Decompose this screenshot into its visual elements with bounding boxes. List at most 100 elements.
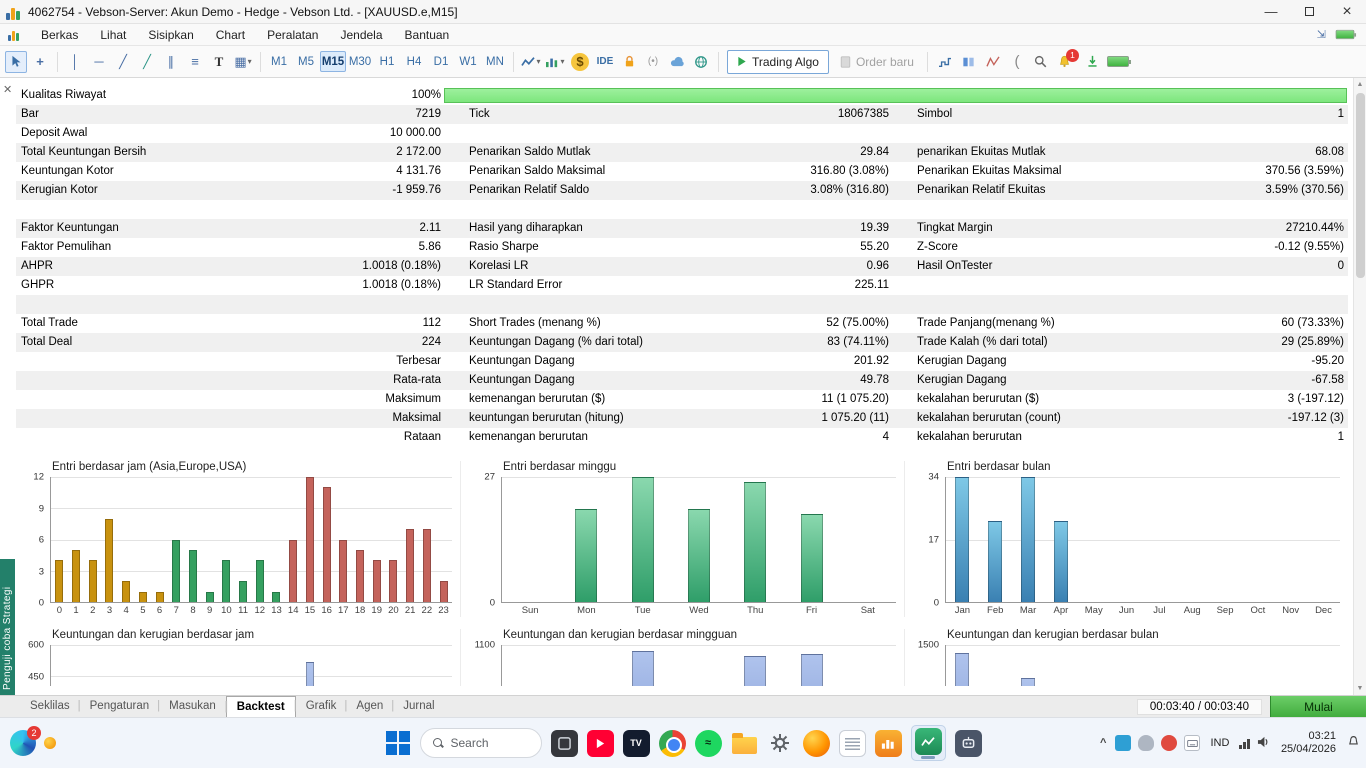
text-tool-icon[interactable]: T: [208, 51, 230, 73]
active-app-highlight[interactable]: [911, 725, 946, 761]
tab-seklilas[interactable]: Seklilas: [20, 696, 80, 718]
community-globe-icon[interactable]: [690, 51, 712, 73]
strategy-tester-app-icon[interactable]: [915, 728, 942, 755]
trading-algo-button[interactable]: Trading Algo: [727, 50, 829, 74]
bar-slot: [1143, 477, 1176, 602]
tick-chart-icon[interactable]: [934, 51, 956, 73]
stats-cell: Maksimal: [16, 409, 443, 428]
lock-icon[interactable]: [618, 51, 640, 73]
shapes-tool-icon[interactable]: ▦▾: [232, 51, 254, 73]
minimize-button[interactable]: —: [1252, 0, 1290, 24]
start-button[interactable]: Mulai: [1270, 696, 1366, 717]
close-panel-icon[interactable]: ✕: [3, 85, 12, 95]
timeframe-mn[interactable]: MN: [482, 51, 508, 72]
tab-pengaturan[interactable]: Pengaturan: [80, 696, 159, 718]
ray-tool-icon[interactable]: ╱: [136, 51, 158, 73]
chart-shift-icon[interactable]: ⇲: [1317, 28, 1326, 41]
bracket-icon[interactable]: (: [1006, 51, 1028, 73]
volume-icon[interactable]: [1257, 736, 1270, 751]
zigzag-icon[interactable]: [982, 51, 1004, 73]
broadcast-icon[interactable]: (•): [642, 51, 664, 73]
chart-pl-by-month: Keuntungan dan kerugian berdasar bulan 1…: [904, 629, 1348, 686]
search-icon[interactable]: [1030, 51, 1052, 73]
close-button[interactable]: ×: [1328, 0, 1366, 24]
strategy-tester-ribbon[interactable]: Penguji coba Strategi: [0, 559, 15, 695]
dollar-icon[interactable]: $: [571, 53, 589, 71]
widget-icon[interactable]: [44, 737, 56, 749]
indicators-icon[interactable]: ▾: [544, 51, 566, 73]
scrollbar-thumb[interactable]: [1356, 93, 1365, 278]
bar: [373, 560, 381, 602]
timeframe-h1[interactable]: H1: [374, 51, 400, 72]
tradingview-app-icon[interactable]: TV: [623, 730, 650, 757]
timeframe-m30[interactable]: M30: [347, 51, 373, 72]
timeframe-m5[interactable]: M5: [293, 51, 319, 72]
vertical-scrollbar[interactable]: ▲ ▼: [1353, 78, 1366, 695]
chrome-app-icon[interactable]: [659, 730, 686, 757]
timeframe-w1[interactable]: W1: [455, 51, 481, 72]
start-button-windows[interactable]: [385, 730, 411, 756]
maximize-button[interactable]: [1290, 0, 1328, 24]
menu-lihat[interactable]: Lihat: [89, 24, 137, 46]
network-signal-icon[interactable]: [1239, 738, 1250, 749]
menu-peralatan[interactable]: Peralatan: [256, 24, 329, 46]
notepad-app-icon[interactable]: [839, 730, 866, 757]
timeframe-h4[interactable]: H4: [401, 51, 427, 72]
menu-chart[interactable]: Chart: [205, 24, 256, 46]
scroll-down-icon[interactable]: ▼: [1357, 682, 1364, 695]
cursor-tool-icon[interactable]: [5, 51, 27, 73]
tray-app-icon-teal[interactable]: [1115, 735, 1131, 751]
menu-jendela[interactable]: Jendela: [329, 24, 393, 46]
stat-value: 224: [422, 333, 441, 352]
fibonacci-tool-icon[interactable]: ≡: [184, 51, 206, 73]
menu-bantuan[interactable]: Bantuan: [394, 24, 461, 46]
cloud-icon[interactable]: [666, 51, 688, 73]
stats-row: [16, 200, 1348, 219]
edge-icon[interactable]: 2: [10, 730, 36, 756]
timeframe-d1[interactable]: D1: [428, 51, 454, 72]
chart-type-icon[interactable]: ▾: [520, 51, 542, 73]
tray-app-icon-red[interactable]: [1161, 735, 1177, 751]
spotify-app-icon[interactable]: ≈: [695, 730, 722, 757]
tab-masukan[interactable]: Masukan: [159, 696, 226, 718]
tray-keyboard-icon[interactable]: [1184, 735, 1200, 751]
tab-grafik[interactable]: Grafik: [296, 696, 347, 718]
robot-app-icon[interactable]: [955, 730, 982, 757]
menu-sisipkan[interactable]: Sisipkan: [137, 24, 204, 46]
youtube-app-icon[interactable]: [587, 730, 614, 757]
tab-jurnal[interactable]: Jurnal: [393, 696, 444, 718]
tray-app-icon-cloud[interactable]: [1138, 735, 1154, 751]
stat-value: 27210.44%: [1286, 219, 1344, 238]
timeframe-m1[interactable]: M1: [266, 51, 292, 72]
scroll-up-icon[interactable]: ▲: [1357, 78, 1364, 91]
download-icon[interactable]: [1082, 51, 1104, 73]
ide-icon[interactable]: IDE: [594, 51, 616, 73]
bar-slot: [783, 477, 839, 602]
menu-berkas[interactable]: Berkas: [30, 24, 89, 46]
language-indicator[interactable]: IND: [1207, 737, 1232, 749]
tab-agen[interactable]: Agen: [346, 696, 393, 718]
metatrader-app-icon[interactable]: [875, 730, 902, 757]
taskbar-search[interactable]: Search: [420, 728, 542, 758]
vertical-line-tool-icon[interactable]: │: [64, 51, 86, 73]
x-tick-label: Sep: [1209, 603, 1242, 617]
bar-slot: [1176, 645, 1209, 686]
taskbar-clock[interactable]: 03:21 25/04/2026: [1277, 730, 1340, 756]
settings-gear-icon[interactable]: [767, 730, 794, 757]
tray-expand-icon[interactable]: ^: [1098, 737, 1108, 749]
crosshair-tool-icon[interactable]: +: [29, 51, 51, 73]
tab-backtest[interactable]: Backtest: [226, 696, 296, 718]
photos-app-icon[interactable]: [551, 730, 578, 757]
notification-center-icon[interactable]: [1347, 735, 1360, 751]
notifications-bell-icon[interactable]: 1: [1054, 51, 1076, 73]
firefox-app-icon[interactable]: [803, 730, 830, 757]
timeframe-m15[interactable]: M15: [320, 51, 346, 72]
channel-tool-icon[interactable]: ∥: [160, 51, 182, 73]
trendline-tool-icon[interactable]: ╱: [112, 51, 134, 73]
depth-of-market-icon[interactable]: [958, 51, 980, 73]
horizontal-line-tool-icon[interactable]: ─: [88, 51, 110, 73]
new-order-button[interactable]: Order baru: [832, 50, 922, 74]
stat-label: Deposit Awal: [21, 124, 87, 143]
file-explorer-icon[interactable]: [731, 730, 758, 757]
x-tick-label: 14: [285, 603, 302, 617]
